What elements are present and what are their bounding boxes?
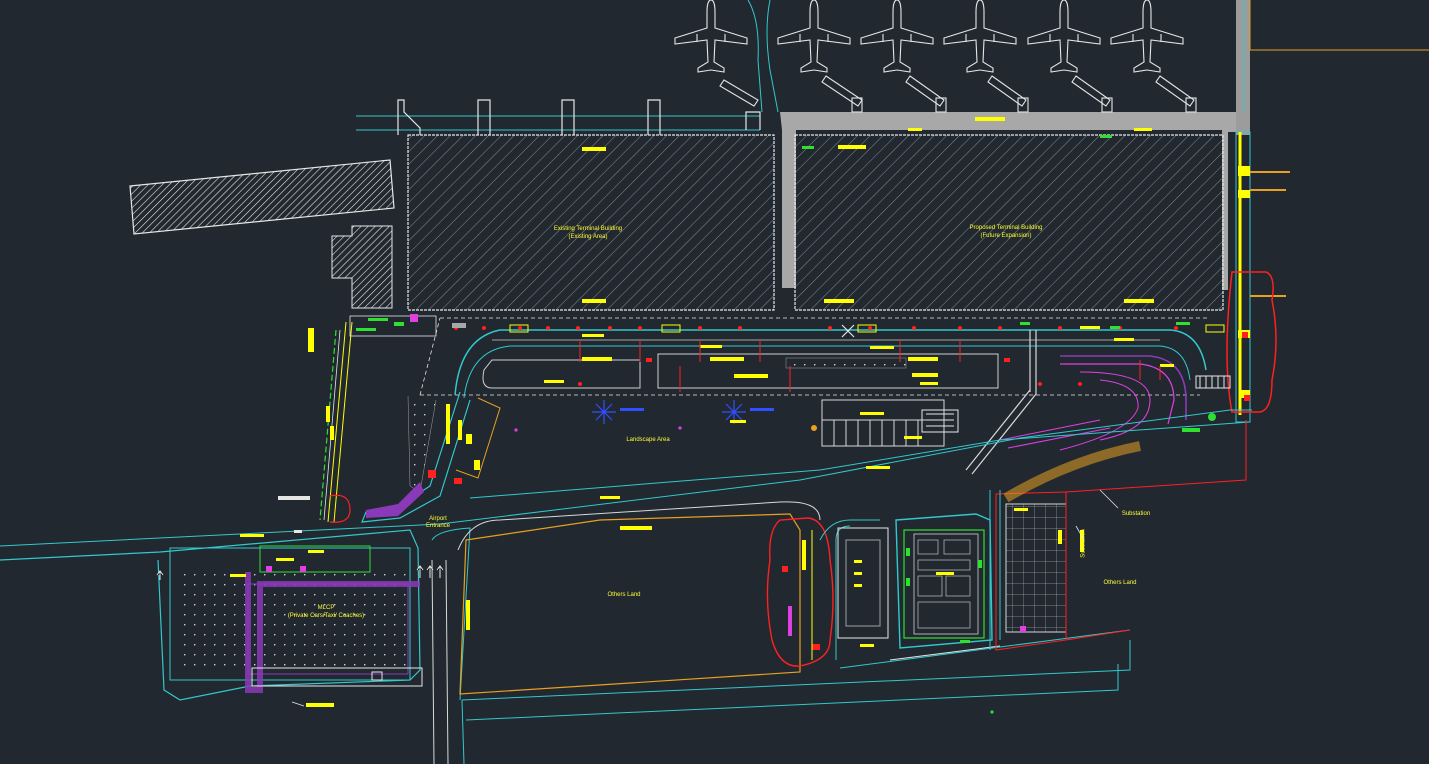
hatched-annex-buildings	[129, 159, 395, 309]
existing-terminal-building	[407, 134, 775, 311]
utility-compound	[837, 513, 1131, 669]
grid-parking-block	[989, 420, 1247, 651]
east-service-road	[1226, 131, 1290, 423]
cad-site-plan	[0, 0, 1429, 764]
proposed-terminal-building	[794, 134, 1224, 311]
markers	[291, 489, 1119, 714]
west-access-ramp	[308, 314, 501, 523]
curbside-roadways	[419, 317, 1231, 451]
aircraft-stands	[674, 0, 1197, 131]
others-land-parcel-1	[457, 501, 880, 695]
